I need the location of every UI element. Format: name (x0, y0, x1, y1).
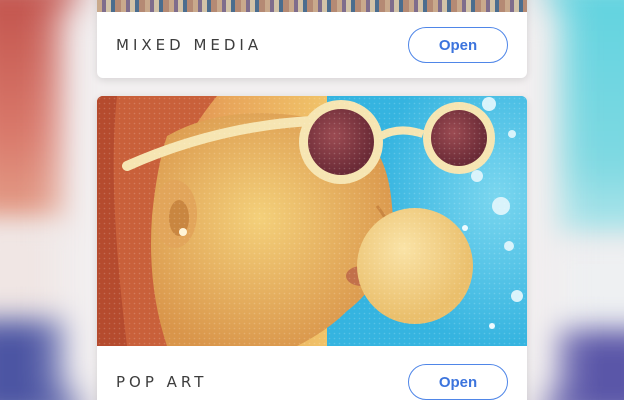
card-footer: POP ART Open (97, 352, 527, 400)
card-title: POP ART (116, 373, 208, 391)
card-title: MIXED MEDIA (116, 36, 263, 54)
card-mixed-media[interactable]: MIXED MEDIA Open (97, 0, 527, 78)
mixed-media-thumbnail (97, 0, 527, 12)
open-button[interactable]: Open (408, 27, 508, 63)
card-footer: MIXED MEDIA Open (97, 15, 527, 75)
open-button[interactable]: Open (408, 364, 508, 400)
pop-art-illustration (97, 96, 527, 346)
pop-art-thumbnail (97, 96, 527, 346)
card-pop-art[interactable]: POP ART Open (97, 96, 527, 400)
